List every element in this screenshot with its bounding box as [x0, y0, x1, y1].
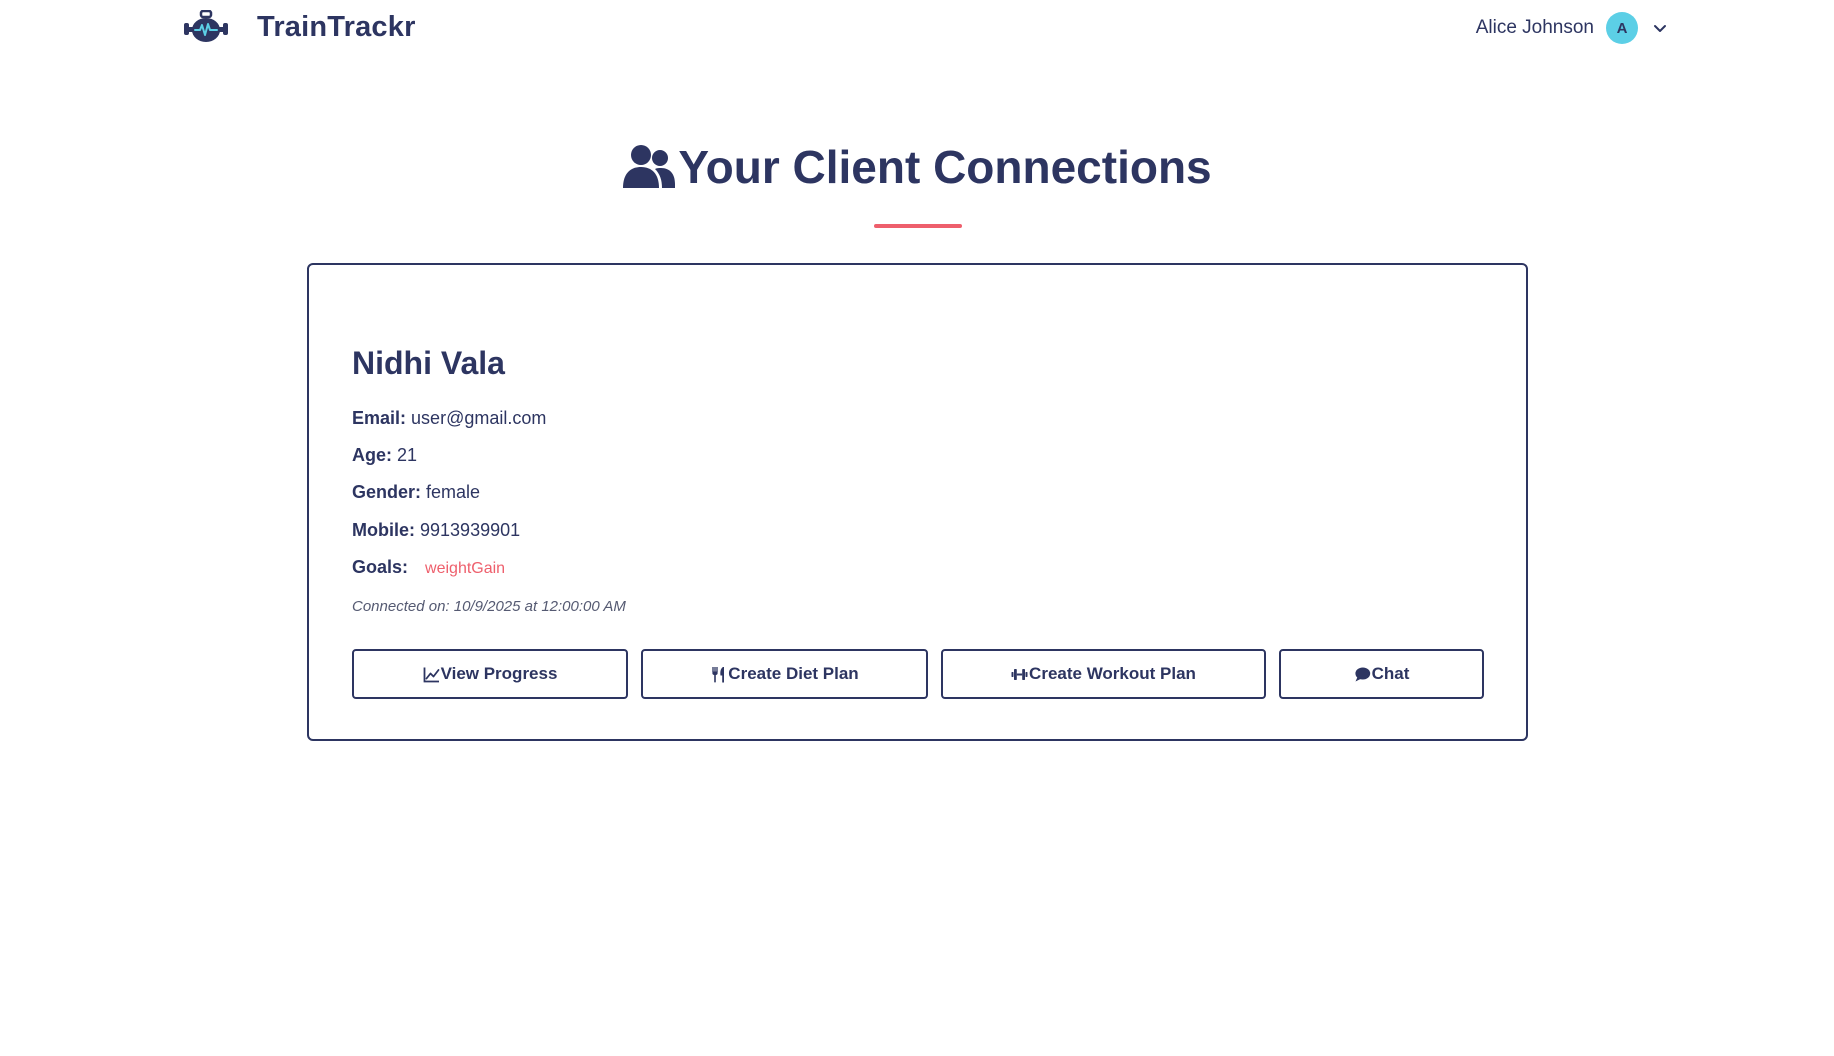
chart-line-icon [423, 667, 439, 682]
gender-label: Gender: [352, 482, 422, 502]
age-label: Age: [352, 445, 392, 465]
avatar[interactable]: A [1606, 12, 1638, 44]
age-value: 21 [397, 445, 418, 465]
client-card: Nidhi Vala Email: user@gmail.com Age: 21… [307, 263, 1528, 741]
client-name: Nidhi Vala [352, 345, 505, 381]
mobile-value: 9913939901 [420, 520, 521, 540]
utensils-icon [712, 666, 725, 682]
page-title: Your Client Connections [678, 141, 1212, 193]
brand-name: TrainTrackr [257, 10, 416, 43]
users-icon [623, 145, 676, 188]
client-email-row: Email: user@gmail.com [352, 408, 546, 429]
client-gender-row: Gender: female [352, 482, 480, 503]
gender-value: female [426, 482, 481, 502]
create-workout-plan-label: Create Workout Plan [1029, 664, 1196, 683]
email-value: user@gmail.com [411, 408, 547, 428]
kettlebell-heartbeat-icon [184, 10, 228, 42]
brand[interactable]: TrainTrackr [183, 10, 416, 44]
email-label: Email: [352, 408, 407, 428]
client-age-row: Age: 21 [352, 445, 417, 466]
create-workout-plan-button[interactable]: Create Workout Plan [941, 649, 1266, 699]
dumbbell-icon [1011, 668, 1028, 680]
comment-icon [1355, 667, 1370, 681]
goals-label: Goals: [352, 557, 409, 577]
top-navbar: TrainTrackr Alice Johnson A [0, 0, 1834, 58]
page-heading: Your Client Connections [0, 140, 1834, 194]
user-menu[interactable]: Alice Johnson A [1476, 12, 1668, 44]
user-name: Alice Johnson [1475, 17, 1594, 38]
mobile-label: Mobile: [352, 520, 415, 540]
client-goals-row: Goals: weightGain [352, 557, 505, 578]
view-progress-button[interactable]: View Progress [352, 649, 628, 699]
client-mobile-row: Mobile: 9913939901 [352, 520, 520, 541]
goal-tag: weightGain [425, 560, 506, 577]
view-progress-label: View Progress [440, 664, 558, 683]
chat-button[interactable]: Chat [1279, 649, 1484, 699]
create-diet-plan-button[interactable]: Create Diet Plan [641, 649, 928, 699]
connected-on-text: Connected on: 10/9/2025 at 12:00:00 AM [352, 598, 626, 615]
create-diet-plan-label: Create Diet Plan [728, 664, 859, 683]
chat-label: Chat [1371, 664, 1410, 683]
title-underline-divider [874, 224, 962, 228]
chevron-down-icon[interactable] [1652, 20, 1668, 36]
